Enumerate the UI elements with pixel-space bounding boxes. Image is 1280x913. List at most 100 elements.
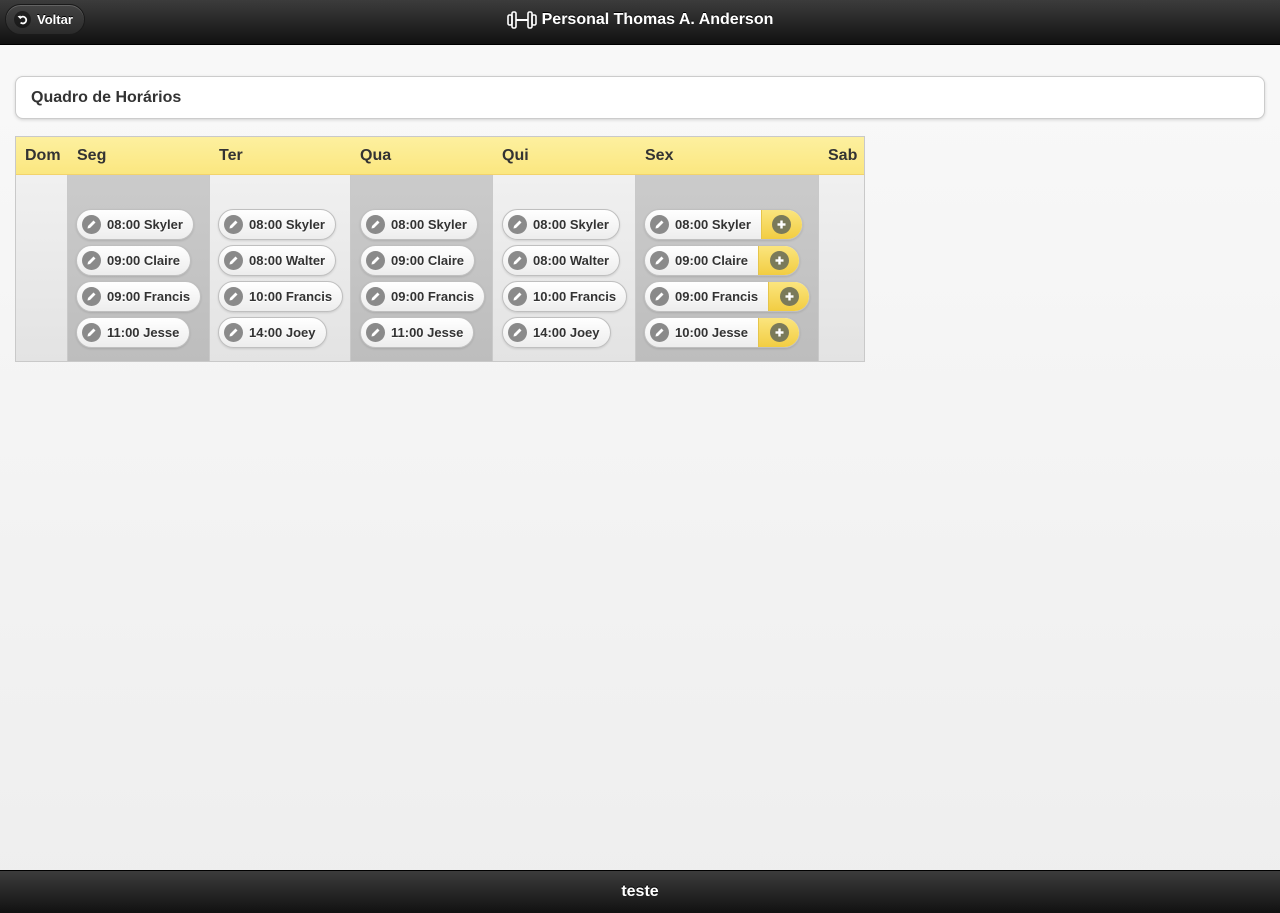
edit-appointment-button[interactable]: 08:00 Skyler	[361, 210, 477, 239]
add-appointment-button[interactable]	[758, 318, 800, 347]
edit-appointment-button[interactable]: 08:00 Skyler	[645, 210, 761, 239]
pencil-icon	[82, 287, 101, 306]
pencil-icon	[224, 323, 243, 342]
appointment-entry: 08:00 Walter	[218, 245, 337, 276]
day-column-ter: 08:00 Skyler 08:00 Walter 10:00 Francis …	[210, 175, 351, 361]
pencil-icon	[650, 251, 669, 270]
edit-appointment-button[interactable]: 14:00 Joey	[503, 318, 610, 347]
add-appointment-button[interactable]	[768, 282, 810, 311]
schedule-panel-title: Quadro de Horários	[15, 76, 1265, 119]
pencil-icon	[82, 323, 101, 342]
day-header-sex: Sex	[645, 147, 674, 164]
edit-appointment-button[interactable]: 09:00 Claire	[645, 246, 758, 275]
pencil-icon	[508, 323, 527, 342]
header-bar: Voltar Personal Thomas A. Anderson	[0, 0, 1280, 45]
appointment-entry: 09:00 Claire	[76, 245, 191, 276]
pencil-icon	[650, 287, 669, 306]
add-appointment-button[interactable]	[758, 246, 799, 275]
edit-appointment-button[interactable]: 10:00 Jesse	[645, 318, 758, 347]
appointment-entry: 08:00 Skyler	[644, 209, 803, 240]
edit-appointment-button[interactable]: 10:00 Francis	[503, 282, 626, 311]
schedule-grid: Dom Seg Ter Qua Qui Sex Sab 08:00 Skyler…	[15, 136, 865, 362]
day-header-seg: Seg	[77, 147, 107, 164]
edit-appointment-button[interactable]: 09:00 Claire	[361, 246, 474, 275]
appointment-label: 08:00 Walter	[249, 253, 326, 268]
edit-appointment-button[interactable]: 08:00 Walter	[503, 246, 619, 275]
day-header-ter: Ter	[219, 147, 243, 164]
appointment-label: 11:00 Jesse	[107, 325, 180, 340]
appointment-entry: 10:00 Francis	[502, 281, 628, 312]
day-column-dom	[16, 175, 68, 361]
pencil-icon	[508, 251, 527, 270]
appointment-entry: 09:00 Claire	[644, 245, 800, 276]
pencil-icon	[366, 287, 385, 306]
appointment-label: 10:00 Francis	[533, 289, 617, 304]
day-header-row: Dom Seg Ter Qua Qui Sex Sab	[16, 137, 864, 175]
appointment-label: 09:00 Claire	[391, 253, 464, 268]
plus-icon	[772, 215, 792, 234]
appointment-label: 08:00 Skyler	[533, 217, 609, 232]
dumbbell-icon	[506, 10, 537, 30]
appointment-entry: 09:00 Francis	[360, 281, 486, 312]
day-header-qui: Qui	[502, 147, 529, 164]
pencil-icon	[224, 215, 243, 234]
appointment-entry: 11:00 Jesse	[76, 317, 191, 348]
appointment-label: 11:00 Jesse	[391, 325, 464, 340]
edit-appointment-button[interactable]: 08:00 Skyler	[503, 210, 619, 239]
appointment-entry: 11:00 Jesse	[360, 317, 475, 348]
appointment-entry: 14:00 Joey	[218, 317, 327, 348]
edit-appointment-button[interactable]: 08:00 Skyler	[77, 210, 193, 239]
edit-appointment-button[interactable]: 08:00 Skyler	[219, 210, 335, 239]
appointment-label: 08:00 Skyler	[107, 217, 183, 232]
pencil-icon	[650, 215, 669, 234]
page-header-title: Personal Thomas A. Anderson	[0, 0, 1280, 40]
day-column-qua: 08:00 Skyler 09:00 Claire 09:00 Francis …	[351, 175, 493, 361]
appointment-label: 08:00 Walter	[533, 253, 610, 268]
appointment-label: 09:00 Claire	[675, 253, 748, 268]
pencil-icon	[82, 215, 101, 234]
edit-appointment-button[interactable]: 11:00 Jesse	[77, 318, 189, 347]
header-title-text: Personal Thomas A. Anderson	[541, 11, 774, 28]
pencil-icon	[650, 323, 669, 342]
pencil-icon	[508, 287, 527, 306]
plus-icon	[769, 251, 789, 270]
appointment-entry: 08:00 Walter	[502, 245, 621, 276]
pencil-icon	[366, 215, 385, 234]
appointment-entry: 14:00 Joey	[502, 317, 611, 348]
appointment-entry: 09:00 Francis	[76, 281, 202, 312]
appointment-label: 14:00 Joey	[533, 325, 600, 340]
appointment-label: 09:00 Francis	[675, 289, 759, 304]
plus-icon	[779, 287, 799, 306]
appointment-label: 08:00 Skyler	[391, 217, 467, 232]
footer-text: teste	[621, 883, 659, 900]
appointment-label: 09:00 Claire	[107, 253, 180, 268]
appointment-label: 08:00 Skyler	[675, 217, 751, 232]
edit-appointment-button[interactable]: 14:00 Joey	[219, 318, 326, 347]
day-column-sab	[819, 175, 864, 361]
appointment-entry: 09:00 Claire	[360, 245, 475, 276]
day-header-sab: Sab	[828, 147, 858, 164]
appointment-label: 09:00 Francis	[391, 289, 475, 304]
appointment-entry: 08:00 Skyler	[76, 209, 194, 240]
appointment-label: 09:00 Francis	[107, 289, 191, 304]
edit-appointment-button[interactable]: 11:00 Jesse	[361, 318, 473, 347]
add-appointment-button[interactable]	[760, 210, 802, 239]
edit-appointment-button[interactable]: 09:00 Francis	[645, 282, 768, 311]
pencil-icon	[224, 251, 243, 270]
day-column-sex: 08:00 Skyler 09:00 Claire 09:00 Francis	[636, 175, 819, 361]
appointment-entry: 10:00 Francis	[218, 281, 344, 312]
appointment-entry: 10:00 Jesse	[644, 317, 801, 348]
edit-appointment-button[interactable]: 08:00 Walter	[219, 246, 335, 275]
edit-appointment-button[interactable]: 09:00 Francis	[77, 282, 200, 311]
plus-icon	[769, 323, 789, 342]
day-column-seg: 08:00 Skyler 09:00 Claire 09:00 Francis …	[68, 175, 210, 361]
edit-appointment-button[interactable]: 10:00 Francis	[219, 282, 342, 311]
footer-bar: teste	[0, 870, 1280, 913]
appointment-entry: 08:00 Skyler	[360, 209, 478, 240]
appointment-entry: 08:00 Skyler	[218, 209, 336, 240]
pencil-icon	[366, 323, 385, 342]
day-header-dom: Dom	[25, 147, 61, 164]
edit-appointment-button[interactable]: 09:00 Francis	[361, 282, 484, 311]
edit-appointment-button[interactable]: 09:00 Claire	[77, 246, 190, 275]
appointment-label: 10:00 Jesse	[675, 325, 749, 340]
